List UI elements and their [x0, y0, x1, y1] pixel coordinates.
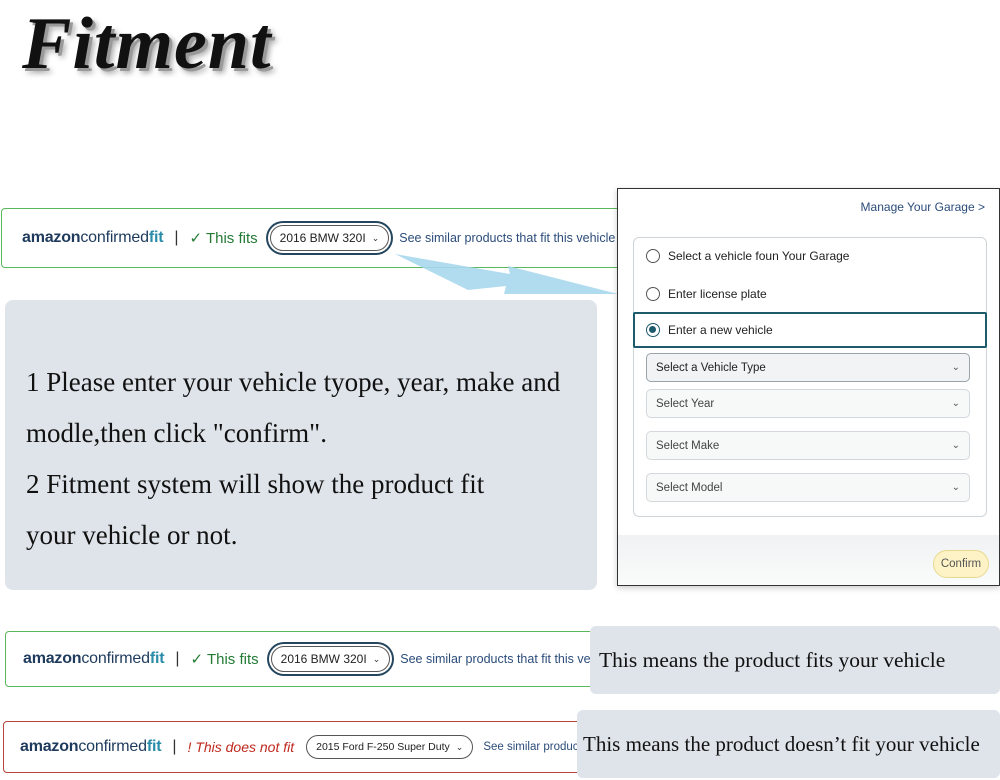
fitment-bar-fits: amazonconfirmedfit | ✓ This fits 2016 BM…	[5, 631, 600, 687]
instructions-panel: 1 Please enter your vehicle tyope, year,…	[5, 300, 597, 590]
make-select[interactable]: Select Make ⌄	[646, 431, 970, 460]
fit-status: ✓ This fits	[189, 230, 258, 247]
chevron-down-icon: ⌄	[372, 653, 381, 664]
model-select[interactable]: Select Model ⌄	[646, 473, 970, 502]
separator: |	[172, 738, 177, 755]
year-select[interactable]: Select Year ⌄	[646, 389, 970, 418]
radio-button-selected[interactable]	[646, 323, 660, 337]
chevron-down-icon: ⌄	[951, 398, 960, 409]
option-license-plate[interactable]: Enter license plate	[646, 287, 767, 301]
fit-status: ✓ This fits	[190, 651, 259, 668]
not-fit-status: ! This does not fit	[187, 739, 295, 755]
page-title: Fitment	[22, 3, 272, 85]
vehicle-name: 2016 BMW 320I	[279, 231, 366, 245]
radio-button[interactable]	[646, 287, 660, 301]
chevron-down-icon: ⌄	[371, 232, 380, 243]
instruction-line-2: modle,then click "confirm".	[26, 418, 327, 448]
instruction-line-1: 1 Please enter your vehicle tyope, year,…	[26, 367, 561, 397]
similar-products-link[interactable]: See similar products that fit this vehic…	[399, 231, 615, 245]
separator: |	[174, 229, 179, 246]
instruction-line-3: 2 Fitment system will show the product f…	[26, 469, 485, 499]
radio-button[interactable]	[646, 249, 660, 263]
amazon-confirmed-fit-logo: amazonconfirmedfit	[23, 650, 165, 667]
manage-garage-link[interactable]: Manage Your Garage >	[861, 200, 985, 214]
chevron-down-icon: ⌄	[951, 440, 960, 451]
vehicle-options: Select a vehicle foun Your Garage Enter …	[633, 237, 987, 517]
vehicle-name: 2016 BMW 320I	[280, 652, 367, 666]
add-vehicle-modal: Manage Your Garage > Select a vehicle fo…	[617, 188, 1000, 586]
instruction-line-4: your vehicle or not.	[26, 520, 238, 550]
vehicle-selector[interactable]: 2016 BMW 320I ⌄	[269, 225, 390, 251]
similar-products-link[interactable]: See similar products that fit this vehic…	[400, 652, 599, 666]
not-fits-caption: This means the product doesn’t fit your …	[577, 710, 1000, 778]
vehicle-selector[interactable]: 2016 BMW 320I ⌄	[270, 646, 391, 672]
amazon-confirmed-fit-logo: amazonconfirmedfit	[22, 229, 164, 246]
option-garage[interactable]: Select a vehicle foun Your Garage	[646, 249, 849, 263]
vehicle-selector[interactable]: 2015 Ford F-250 Super Duty ⌄	[306, 735, 474, 759]
chevron-down-icon: ⌄	[455, 741, 464, 752]
vehicle-name: 2015 Ford F-250 Super Duty	[316, 741, 450, 753]
modal-footer: Confirm	[618, 535, 999, 585]
amazon-confirmed-fit-logo: amazonconfirmedfit	[20, 738, 162, 755]
chevron-right-icon: >	[977, 200, 985, 214]
fits-caption: This means the product fits your vehicle	[590, 626, 1000, 694]
chevron-down-icon: ⌄	[951, 482, 960, 493]
option-new-vehicle[interactable]: Enter a new vehicle	[646, 323, 773, 337]
chevron-down-icon: ⌄	[951, 362, 960, 373]
fitment-bar-not-fit: amazonconfirmedfit | ! This does not fit…	[3, 721, 593, 773]
vehicle-type-select[interactable]: Select a Vehicle Type ⌄	[646, 353, 970, 382]
separator: |	[175, 650, 180, 667]
confirm-button[interactable]: Confirm	[933, 550, 989, 578]
